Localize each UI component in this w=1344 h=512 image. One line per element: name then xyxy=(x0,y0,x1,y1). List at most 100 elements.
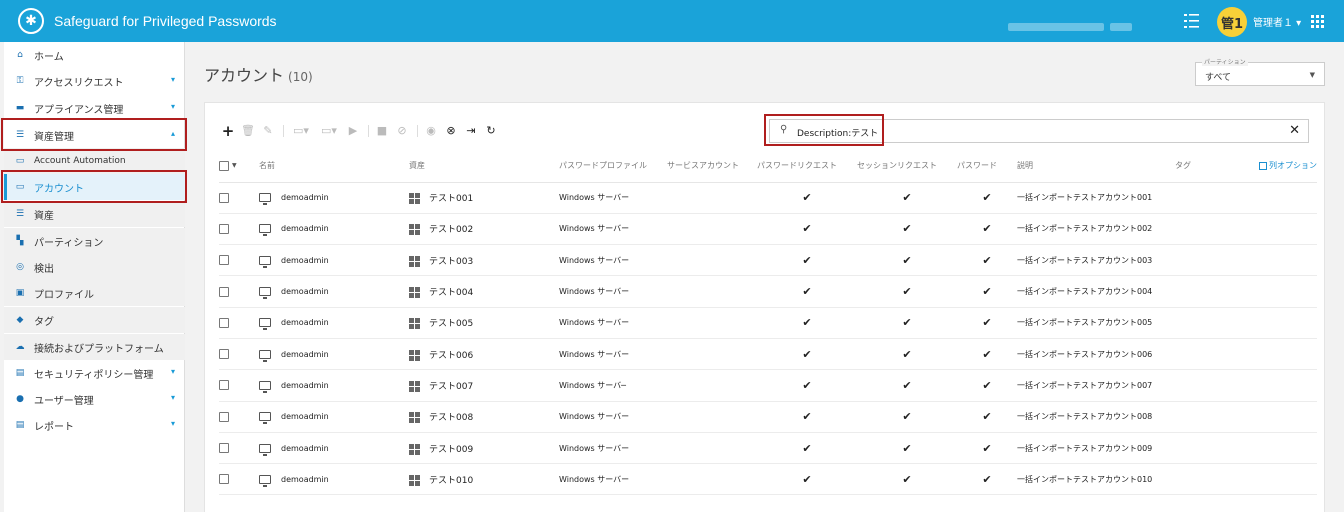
app-grid-icon[interactable] xyxy=(1311,15,1324,28)
account-icon xyxy=(259,224,271,237)
refresh-icon[interactable]: ↻ xyxy=(482,123,500,139)
column-options-button[interactable]: 列オプション xyxy=(1255,150,1317,183)
row-checkbox[interactable] xyxy=(219,369,259,402)
chevron-down-icon: ▾ xyxy=(170,419,175,428)
col-asset[interactable]: 資産 xyxy=(409,150,559,183)
service-account-cell xyxy=(667,244,757,277)
chevron-down-icon: ▾ xyxy=(170,367,175,376)
asset-name: テスト007 xyxy=(429,381,474,392)
sidebar-item-assets[interactable]: ☰ 資産 xyxy=(4,201,185,227)
columns-icon xyxy=(1259,161,1267,170)
cloud-icon: ☁ xyxy=(15,342,25,352)
assign-asset-icon[interactable]: ▭▾ xyxy=(288,123,314,139)
user-icon: ● xyxy=(16,394,24,404)
tag-icon: ◆ xyxy=(16,315,24,325)
task-list-icon[interactable] xyxy=(1183,12,1201,30)
row-checkbox[interactable] xyxy=(219,432,259,465)
account-name: demoadmin xyxy=(281,443,329,453)
service-account-cell xyxy=(667,182,757,214)
row-checkbox[interactable] xyxy=(219,338,259,371)
user-avatar[interactable]: 管1 xyxy=(1217,7,1247,37)
sidebar-item-connections[interactable]: ☁ 接続およびプラットフォーム xyxy=(4,334,185,360)
sidebar-item-tags[interactable]: ◆ タグ xyxy=(4,307,185,333)
service-account-cell xyxy=(667,275,757,308)
view-icon[interactable]: ◉ xyxy=(422,123,440,139)
password-profile-cell: Windows サーバー xyxy=(559,275,667,308)
clear-search-icon[interactable]: ✕ xyxy=(1289,123,1300,138)
stop-icon[interactable]: ■ xyxy=(373,123,391,139)
row-checkbox[interactable] xyxy=(219,463,259,496)
account-name: demoadmin xyxy=(281,380,329,390)
delete-icon[interactable]: 🗑 xyxy=(239,123,257,139)
table-row[interactable]: demoadmin テスト005 Windows サーバー ✔ ✔ ✔ 一括インポートテスト… xyxy=(219,307,1317,339)
sidebar-item-access-request[interactable]: ⚿ アクセスリクエスト ▾ xyxy=(4,68,185,94)
table-row[interactable]: demoadmin テスト001 Windows サーバー ✔ ✔ ✔ 一括インポートテスト… xyxy=(219,182,1317,214)
highlight-accounts xyxy=(1,170,187,203)
service-account-cell xyxy=(667,432,757,465)
check-icon: ✔ xyxy=(902,441,912,455)
description-cell: 一括インポートテストアカウント003 xyxy=(1017,244,1175,277)
password-profile-cell: Windows サーバー xyxy=(559,244,667,277)
asset-name: テスト004 xyxy=(429,288,474,299)
partition-value: すべて xyxy=(1205,73,1232,83)
select-all-checkbox[interactable]: ▼ xyxy=(219,150,259,183)
col-password-request[interactable]: パスワードリクエスト xyxy=(757,150,857,183)
description-cell: 一括インポートテストアカウント009 xyxy=(1017,432,1175,465)
tag-cell xyxy=(1175,432,1255,465)
account-name: demoadmin xyxy=(281,318,329,328)
user-menu[interactable]: 管理者１ ▾ xyxy=(1253,14,1301,29)
col-password[interactable]: パスワード xyxy=(957,150,1017,183)
check-icon: ✔ xyxy=(802,253,812,267)
service-account-cell xyxy=(667,401,757,433)
windows-icon xyxy=(409,255,420,267)
account-name: demoadmin xyxy=(281,287,329,297)
table-row[interactable]: demoadmin テスト003 Windows サーバー ✔ ✔ ✔ 一括インポートテスト… xyxy=(219,244,1317,277)
tag-cell xyxy=(1175,182,1255,214)
caret-down-icon[interactable]: ▼ xyxy=(232,162,237,169)
col-tag[interactable]: タグ xyxy=(1175,150,1255,183)
assign-profile-icon[interactable]: ▭▾ xyxy=(316,123,342,139)
row-checkbox[interactable] xyxy=(219,244,259,277)
account-name: demoadmin xyxy=(281,412,329,422)
sidebar-item-home[interactable]: ⌂ ホーム xyxy=(4,42,185,68)
col-password-profile[interactable]: パスワードプロファイル xyxy=(559,150,667,183)
sidebar-item-partitions[interactable]: ▚ パーティション xyxy=(4,228,185,254)
table-row[interactable]: demoadmin テスト004 Windows サーバー ✔ ✔ ✔ 一括インポートテスト… xyxy=(219,275,1317,308)
add-icon[interactable]: + xyxy=(219,123,237,139)
table-row[interactable]: demoadmin テスト008 Windows サーバー ✔ ✔ ✔ 一括インポートテスト… xyxy=(219,401,1317,433)
profile-icon: ▣ xyxy=(15,288,25,298)
sidebar-item-security-policy[interactable]: ▤ セキュリティポリシー管理 ▾ xyxy=(4,360,185,386)
account-icon xyxy=(259,474,271,487)
accounts-table: ▼ 名前 資産 パスワードプロファイル サービスアカウント パスワードリクエスト… xyxy=(219,150,1317,496)
password-profile-cell: Windows サーバー xyxy=(559,182,667,214)
row-checkbox[interactable] xyxy=(219,213,259,246)
sidebar-item-user-management[interactable]: ● ユーザー管理 ▾ xyxy=(4,386,185,412)
sidebar-item-profiles[interactable]: ▣ プロファイル xyxy=(4,280,185,306)
row-checkbox[interactable] xyxy=(219,275,259,308)
password-profile-cell: Windows サーバー xyxy=(559,401,667,433)
col-name[interactable]: 名前 xyxy=(259,150,409,183)
col-service-account[interactable]: サービスアカウント xyxy=(667,150,757,183)
disable-icon[interactable]: ⊘ xyxy=(393,123,411,139)
row-checkbox[interactable] xyxy=(219,182,259,214)
partition-select[interactable]: パーティション すべて ▼ xyxy=(1195,57,1325,86)
play-icon[interactable]: ▶ xyxy=(344,123,362,139)
sidebar-item-discovery[interactable]: ◎ 検出 xyxy=(4,254,185,280)
edit-icon[interactable]: ✎ xyxy=(259,123,277,139)
service-account-cell xyxy=(667,369,757,402)
table-row[interactable]: demoadmin テスト010 Windows サーバー ✔ ✔ ✔ 一括インポートテスト… xyxy=(219,463,1317,496)
table-row[interactable]: demoadmin テスト006 Windows サーバー ✔ ✔ ✔ 一括インポートテスト… xyxy=(219,338,1317,371)
table-row[interactable]: demoadmin テスト009 Windows サーバー ✔ ✔ ✔ 一括インポートテスト… xyxy=(219,432,1317,465)
main-content: アカウント (10) パーティション すべて ▼ + 🗑 ✎ ▭▾ ▭▾ ▶ ■ … xyxy=(185,42,1344,512)
safeguard-logo-icon[interactable]: ✱ xyxy=(18,8,44,34)
row-checkbox[interactable] xyxy=(219,307,259,339)
table-row[interactable]: demoadmin テスト002 Windows サーバー ✔ ✔ ✔ 一括インポートテスト… xyxy=(219,213,1317,246)
check-icon: ✔ xyxy=(902,253,912,267)
col-description[interactable]: 説明 xyxy=(1017,150,1175,183)
sidebar-item-reports[interactable]: ▤ レポート ▾ xyxy=(4,412,185,438)
export-icon[interactable]: ⇥ xyxy=(462,123,480,139)
col-session-request[interactable]: セッションリクエスト xyxy=(857,150,957,183)
row-checkbox[interactable] xyxy=(219,401,259,433)
hide-icon[interactable]: ⊗ xyxy=(442,123,460,139)
table-row[interactable]: demoadmin テスト007 Windows サーバ─ ✔ ✔ ✔ 一括インポートテスト… xyxy=(219,369,1317,402)
